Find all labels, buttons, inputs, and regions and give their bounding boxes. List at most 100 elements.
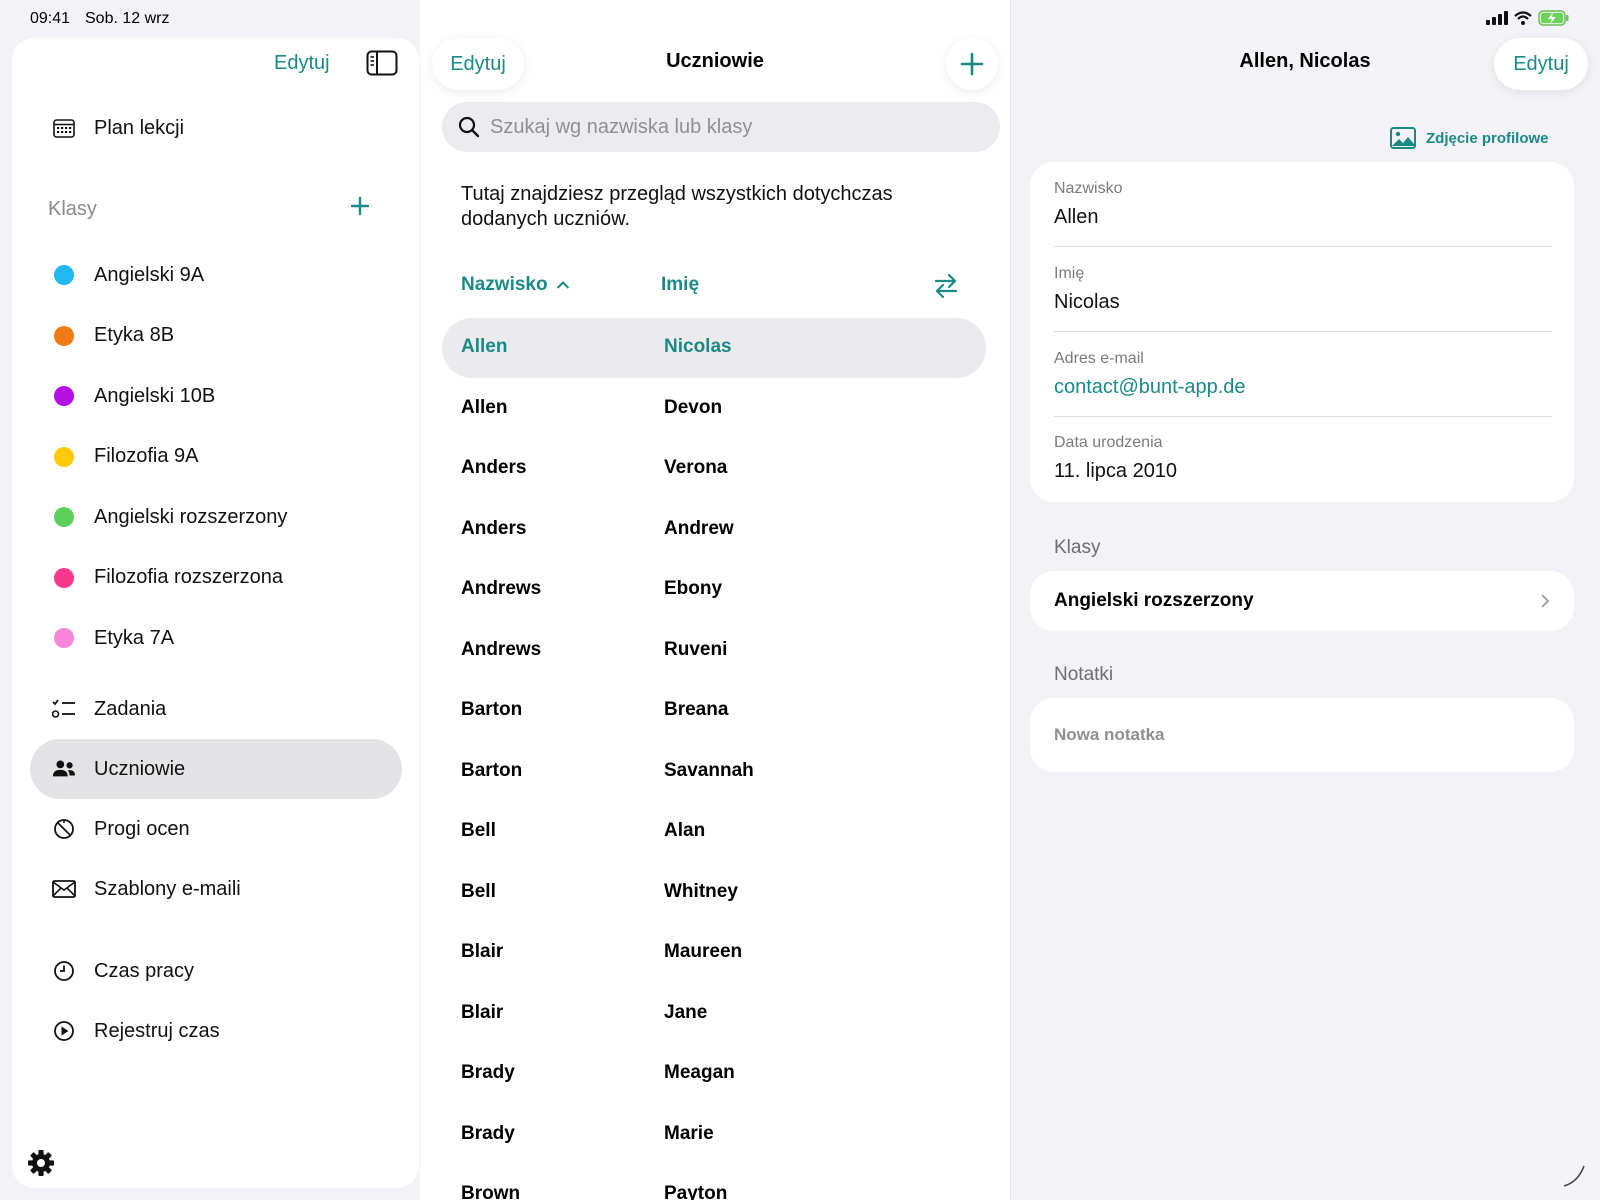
student-row[interactable]: Blair Maureen: [442, 923, 986, 983]
student-classes-card: Angielski rozszerzony: [1030, 571, 1574, 631]
sidebar-item-label: Rejestruj czas: [94, 1019, 220, 1042]
plus-icon: [350, 196, 370, 216]
class-row[interactable]: Angielski rozszerzony: [1030, 571, 1574, 631]
student-firstname: Maureen: [664, 941, 743, 962]
class-color-dot-icon: [52, 324, 76, 348]
notes-card: Nowa notatka: [1030, 698, 1574, 772]
status-bar: 09:41 Sob. 12 wrz: [0, 0, 1600, 36]
clock-icon: [52, 959, 76, 983]
sidebar-item-label: Uczniowie: [94, 757, 186, 780]
student-row[interactable]: Andrews Ebony: [442, 560, 986, 620]
color-dot: [54, 265, 74, 285]
student-row[interactable]: Barton Savannah: [442, 742, 986, 802]
field-email[interactable]: Adres e-mail contact@bunt-app.de: [1054, 350, 1552, 399]
column-header-firstname[interactable]: Imię: [661, 274, 699, 296]
sidebar-item-class[interactable]: Etyka 7A: [30, 608, 402, 668]
student-row[interactable]: Allen Nicolas: [442, 318, 986, 378]
sidebar-item-label: Etyka 8B: [94, 324, 175, 346]
sidebar-item-class[interactable]: Angielski 10B: [30, 366, 402, 426]
calendar-icon: [52, 116, 76, 140]
sidebar-edit-button[interactable]: Edytuj: [274, 52, 330, 75]
class-color-dot-icon: [52, 626, 76, 650]
student-firstname: Alan: [664, 820, 706, 841]
student-lastname: Bell: [461, 820, 496, 841]
student-row[interactable]: Anders Andrew: [442, 500, 986, 560]
new-note-button[interactable]: Nowa notatka: [1030, 698, 1574, 772]
student-info-card: Nazwisko Allen Imię Nicolas Adres e-mail…: [1030, 162, 1574, 502]
field-birthdate[interactable]: Data urodzenia 11. lipca 2010: [1054, 434, 1552, 483]
add-student-button[interactable]: [946, 38, 998, 90]
student-lastname: Andrews: [461, 638, 542, 660]
field-firstname[interactable]: Imię Nicolas: [1054, 265, 1552, 314]
sidebar-item-record-time[interactable]: Rejestruj czas: [30, 1001, 402, 1061]
student-lastname: Allen: [461, 336, 508, 357]
sidebar-item-schedule[interactable]: Plan lekcji: [30, 98, 402, 158]
student-lastname: Anders: [461, 457, 527, 478]
student-lastname: Brady: [461, 1122, 515, 1144]
email-link[interactable]: contact@bunt-app.de: [1054, 376, 1552, 399]
student-row[interactable]: Brady Marie: [442, 1105, 986, 1165]
student-firstname: Marie: [664, 1122, 714, 1144]
student-row[interactable]: Andrews Ruveni: [442, 621, 986, 681]
sidebar-item-label: Zadania: [94, 697, 167, 720]
sort-by-lastname-header[interactable]: Nazwisko: [461, 274, 570, 296]
student-firstname: Savannah: [664, 759, 754, 781]
sidebar-item-class[interactable]: Filozofia rozszerzona: [30, 548, 402, 608]
class-color-dot-icon: [52, 566, 76, 590]
student-row[interactable]: Allen Devon: [442, 379, 986, 439]
status-time: 09:41: [30, 10, 71, 27]
list-edit-button[interactable]: Edytuj: [432, 38, 524, 90]
sidebar-item-label: Etyka 7A: [94, 626, 175, 649]
student-row[interactable]: Brady Meagan: [442, 1044, 986, 1104]
divider: [1054, 331, 1552, 332]
color-dot: [54, 325, 74, 346]
sidebar-toggle-icon[interactable]: [366, 50, 398, 76]
signal-icon: [1486, 11, 1508, 25]
divider: [1054, 416, 1552, 417]
sidebar-item-class[interactable]: Angielski rozszerzony: [30, 487, 402, 547]
class-color-dot-icon: [52, 263, 76, 287]
student-lastname: Anders: [461, 517, 527, 539]
student-row[interactable]: Brown Payton: [442, 1165, 986, 1200]
student-firstname: Verona: [664, 457, 728, 478]
color-dot: [54, 507, 74, 527]
sidebar-item-label: Progi ocen: [94, 817, 190, 840]
student-lastname: Blair: [461, 941, 504, 962]
sidebar-item-working-time[interactable]: Czas pracy: [30, 941, 402, 1001]
profile-photo-button[interactable]: Zdjęcie profilowe: [1390, 127, 1549, 149]
settings-gear-icon[interactable]: [26, 1148, 56, 1178]
detail-edit-button[interactable]: Edytuj: [1494, 38, 1588, 90]
student-lastname: Blair: [461, 1001, 504, 1023]
student-row[interactable]: Blair Jane: [442, 984, 986, 1044]
student-row[interactable]: Bell Whitney: [442, 863, 986, 923]
detail-title: Allen, Nicolas: [1239, 50, 1371, 72]
sidebar-item-email-templates[interactable]: Szablony e-maili: [30, 859, 402, 919]
people-icon: [52, 757, 76, 781]
sidebar-item-grade-thresholds[interactable]: Progi ocen: [30, 799, 402, 859]
student-row[interactable]: Barton Breana: [442, 681, 986, 741]
sidebar-item-class[interactable]: Etyka 8B: [30, 306, 402, 366]
sidebar-item-label: Angielski 10B: [94, 384, 216, 407]
student-firstname: Ebony: [664, 578, 723, 599]
pencil-stroke-icon: [1563, 1165, 1585, 1187]
student-firstname: Ruveni: [664, 638, 728, 660]
student-row[interactable]: Bell Alan: [442, 802, 986, 862]
status-date: Sob. 12 wrz: [85, 10, 170, 27]
sidebar-item-students[interactable]: Uczniowie: [30, 739, 402, 799]
sidebar-item-tasks[interactable]: Zadania: [30, 679, 402, 739]
sidebar: Edytuj Plan lekcji Klasy Angielski 9A Ety…: [12, 38, 419, 1188]
sidebar-item-label: Plan lekcji: [94, 116, 185, 139]
add-class-button[interactable]: [350, 193, 370, 221]
sidebar-item-class[interactable]: Angielski 9A: [30, 245, 402, 305]
sidebar-item-class[interactable]: Filozofia 9A: [30, 427, 402, 487]
field-lastname[interactable]: Nazwisko Allen: [1054, 180, 1552, 229]
class-color-dot-icon: [52, 505, 76, 529]
student-lastname: Brown: [461, 1183, 521, 1200]
class-color-dot-icon: [52, 445, 76, 469]
swap-columns-icon[interactable]: [932, 272, 960, 300]
student-row[interactable]: Anders Verona: [442, 439, 986, 499]
wifi-icon: [1514, 11, 1532, 25]
search-input[interactable]: [490, 115, 970, 139]
battery-charging-icon: [1538, 10, 1569, 26]
field-value: Allen: [1054, 206, 1099, 228]
